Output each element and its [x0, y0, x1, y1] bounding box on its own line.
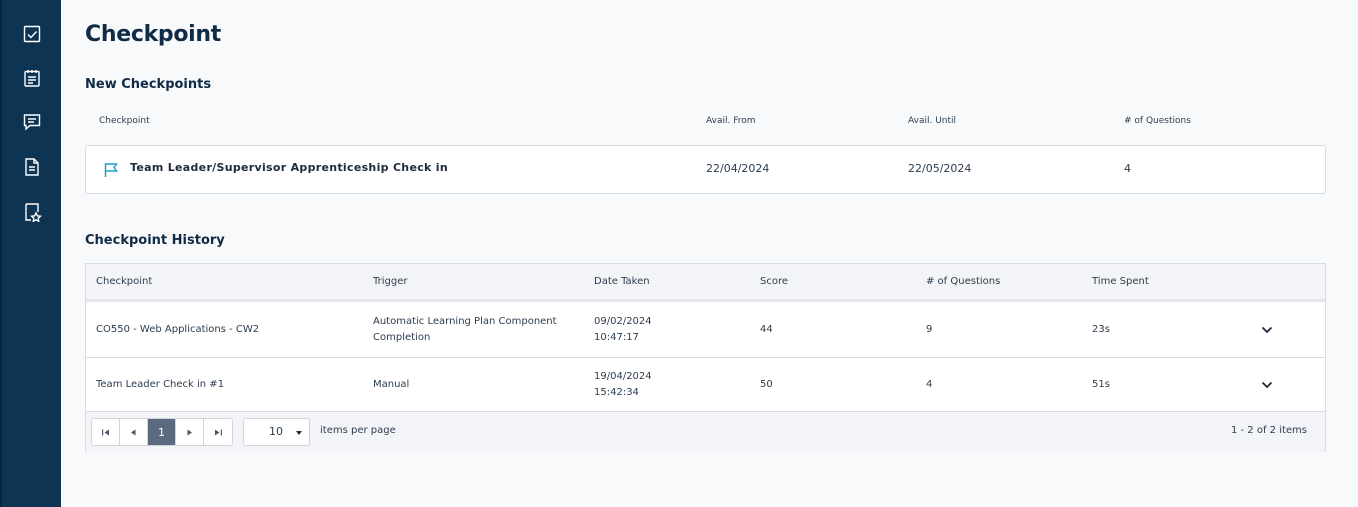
page-size-value: 10 [269, 425, 283, 438]
table-row[interactable]: CO550 - Web Applications - CW2 Automatic… [86, 303, 1325, 358]
col-questions: # of Questions [1124, 116, 1191, 126]
checkbox-icon[interactable] [19, 21, 45, 47]
page-title: Checkpoint [85, 22, 221, 47]
pager-info: 1 - 2 of 2 items [1230, 425, 1307, 436]
previous-page-button[interactable] [120, 419, 148, 445]
caret-down-icon [296, 431, 302, 435]
col-avail-from: Avail. From [706, 116, 756, 126]
score-cell: 50 [760, 379, 773, 390]
chevron-down-icon[interactable] [1260, 378, 1274, 392]
col-time-spent[interactable]: Time Spent [1092, 276, 1149, 287]
time-value: 15:42:34 [594, 387, 639, 398]
table-row[interactable]: Team Leader Check in #1 Manual 19/04/202… [86, 358, 1325, 412]
new-checkpoints-title: New Checkpoints [85, 77, 212, 92]
flag-icon [104, 163, 118, 177]
questions-value: 4 [1124, 162, 1131, 175]
sidebar-nav [0, 0, 61, 507]
history-header: Checkpoint Trigger Date Taken Score # of… [86, 264, 1325, 302]
page-size-select[interactable]: 10 [243, 418, 310, 446]
trigger-cell: Manual [373, 379, 410, 390]
time-spent-cell: 51s [1092, 379, 1110, 390]
date-value: 19/04/2024 [594, 371, 652, 382]
trigger-cell: Automatic Learning Plan Component Comple… [373, 314, 557, 346]
checkpoint-cell: Team Leader Check in #1 [96, 379, 225, 390]
last-page-button[interactable] [204, 419, 232, 445]
checkpoint-cell: CO550 - Web Applications - CW2 [96, 324, 260, 335]
last-page-icon [214, 429, 222, 435]
main-content: Checkpoint New Checkpoints Checkpoint Av… [61, 0, 1358, 507]
col-questions[interactable]: # of Questions [926, 276, 1000, 287]
questions-cell: 4 [926, 379, 933, 390]
chat-icon[interactable] [19, 109, 45, 135]
bookmark-star-icon[interactable] [19, 199, 45, 225]
new-checkpoint-name[interactable]: Team Leader/Supervisor Apprenticeship Ch… [130, 161, 448, 174]
trigger-line: Completion [373, 332, 431, 343]
previous-page-icon [131, 429, 136, 435]
trigger-line: Automatic Learning Plan Component [373, 316, 557, 327]
col-score[interactable]: Score [760, 276, 788, 287]
next-page-button[interactable] [176, 419, 204, 445]
pager: 1 10 items per page 1 - 2 of 2 items [86, 412, 1325, 452]
avail-from-value: 22/04/2024 [706, 162, 770, 175]
items-per-page-label: items per page [320, 425, 396, 436]
avail-until-value: 22/05/2024 [908, 162, 972, 175]
new-checkpoint-row[interactable]: Team Leader/Supervisor Apprenticeship Ch… [85, 145, 1326, 194]
page-1-button[interactable]: 1 [148, 419, 176, 445]
col-avail-until: Avail. Until [908, 116, 957, 126]
time-value: 10:47:17 [594, 332, 639, 343]
chevron-down-icon[interactable] [1260, 323, 1274, 337]
score-cell: 44 [760, 324, 773, 335]
date-taken-cell: 19/04/2024 15:42:34 [594, 369, 652, 401]
clipboard-icon[interactable] [19, 65, 45, 91]
questions-cell: 9 [926, 324, 933, 335]
first-page-icon [102, 429, 109, 435]
next-page-icon [187, 429, 192, 435]
checkpoint-history-title: Checkpoint History [85, 233, 225, 248]
first-page-button[interactable] [92, 419, 120, 445]
col-date-taken[interactable]: Date Taken [594, 276, 650, 287]
history-grid: Checkpoint Trigger Date Taken Score # of… [85, 263, 1326, 452]
date-taken-cell: 09/02/2024 10:47:17 [594, 314, 652, 346]
document-icon[interactable] [19, 154, 45, 180]
col-checkpoint: Checkpoint [99, 116, 150, 126]
date-value: 09/02/2024 [594, 316, 652, 327]
time-spent-cell: 23s [1092, 324, 1110, 335]
new-checkpoints-header: Checkpoint Avail. From Avail. Until # of… [85, 116, 1326, 128]
pager-buttons: 1 [91, 418, 233, 446]
col-trigger[interactable]: Trigger [373, 276, 408, 287]
col-checkpoint[interactable]: Checkpoint [96, 276, 152, 287]
